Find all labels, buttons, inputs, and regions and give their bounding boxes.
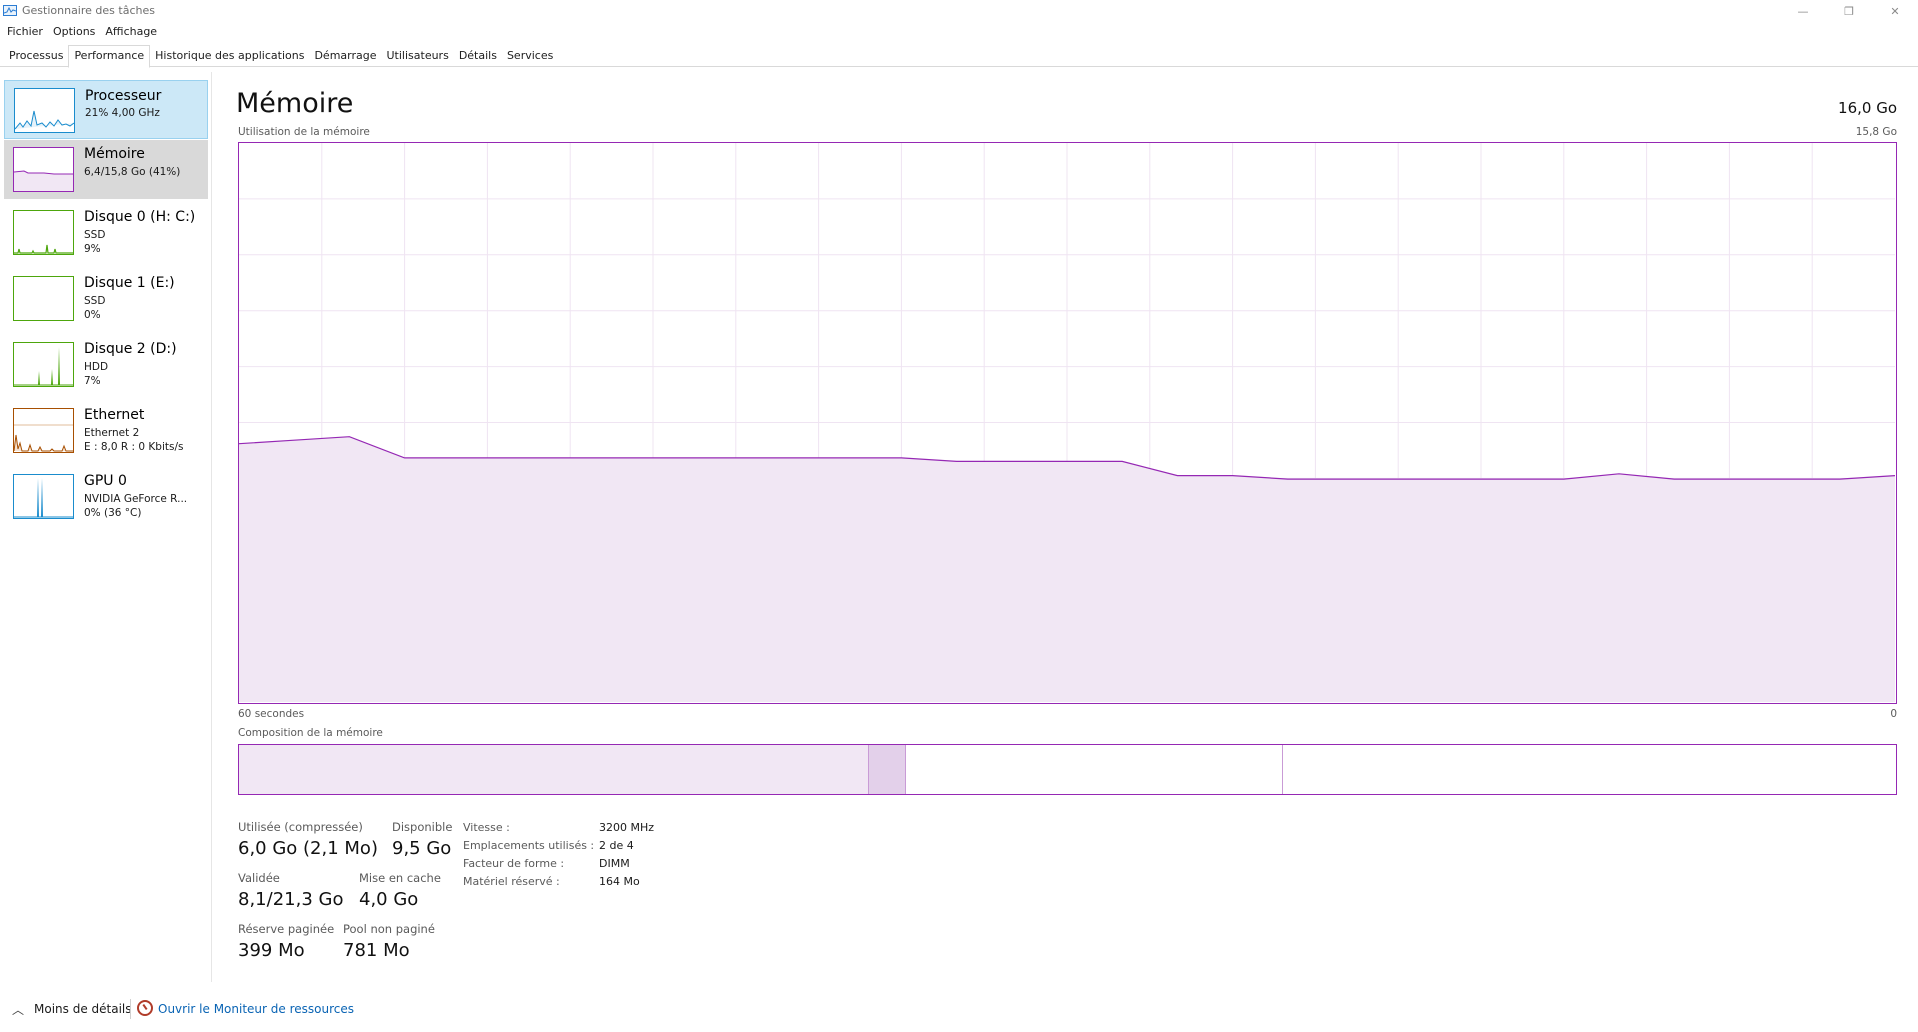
tab-details[interactable]: Détails <box>454 45 502 67</box>
sidebar-item-title: Disque 2 (D:) <box>84 341 177 357</box>
sidebar-item-title: Processeur <box>85 88 162 104</box>
close-button[interactable]: ✕ <box>1872 0 1918 22</box>
chevron-up-icon[interactable]: ︿ <box>12 1001 24 1018</box>
sidebar-item-usage: 0% <box>84 309 101 321</box>
usage-graph-max: 15,8 Go <box>1855 126 1897 138</box>
footer-separator <box>130 999 131 1019</box>
composition-label: Composition de la mémoire <box>238 727 383 739</box>
sidebar-item-detail: 21% 4,00 GHz <box>85 107 160 119</box>
resource-monitor-icon[interactable] <box>137 1000 153 1016</box>
sidebar-item-usage: 0% (36 °C) <box>84 507 142 519</box>
total-memory: 16,0 Go <box>1838 99 1897 117</box>
task-manager-icon <box>3 5 17 16</box>
composition-segment[interactable] <box>1281 745 1895 794</box>
tab-historique[interactable]: Historique des applications <box>150 45 309 67</box>
page-title: Mémoire <box>236 88 354 119</box>
available-label: Disponible <box>392 820 453 834</box>
sidebar-item-title: Disque 0 (H: C:) <box>84 209 196 225</box>
menu-bar: Fichier Options Affichage <box>0 22 1918 42</box>
memory-mini-graph <box>13 147 74 192</box>
sidebar-item-title: Disque 1 (E:) <box>84 275 175 291</box>
sidebar-item-memoire[interactable]: Mémoire 6,4/15,8 Go (41%) <box>4 140 208 199</box>
composition-segment[interactable] <box>239 745 868 794</box>
footer: ︿ Moins de détails Ouvrir le Moniteur de… <box>0 995 1918 1025</box>
sidebar-item-detail: SSD <box>84 295 106 307</box>
committed-label: Validée <box>238 871 280 885</box>
usage-graph-label: Utilisation de la mémoire <box>238 126 370 138</box>
sidebar-item-detail: NVIDIA GeForce R... <box>84 493 188 505</box>
slots-key: Emplacements utilisés : <box>463 839 595 852</box>
speed-value: 3200 MHz <box>599 821 655 834</box>
form-factor-key: Facteur de forme : <box>463 857 565 870</box>
sidebar-item-detail: 6,4/15,8 Go (41%) <box>84 166 181 178</box>
sidebar-item-usage: 9% <box>84 243 101 255</box>
reserved-key: Matériel réservé : <box>463 875 560 888</box>
menu-fichier[interactable]: Fichier <box>2 22 48 42</box>
paged-pool-value: 399 Mo <box>238 940 305 961</box>
used-value: 6,0 Go (2,1 Mo) <box>238 838 378 859</box>
resource-sidebar: Processeur 21% 4,00 GHz Mémoire 6,4/15,8… <box>4 80 209 980</box>
memory-usage-chart <box>238 143 1896 702</box>
paged-pool-label: Réserve paginée <box>238 922 335 936</box>
disk-2-mini-graph <box>13 342 74 387</box>
sidebar-item-disque-1[interactable]: Disque 1 (E:) SSD 0% <box>4 271 208 333</box>
used-label: Utilisée (compressée) <box>238 820 363 834</box>
tab-performance[interactable]: Performance <box>68 45 151 68</box>
tab-demarrage[interactable]: Démarrage <box>309 45 381 67</box>
less-details-button[interactable]: Moins de détails <box>34 1002 132 1016</box>
reserved-value: 164 Mo <box>599 875 640 888</box>
ethernet-mini-graph <box>13 408 74 453</box>
minimize-button[interactable]: — <box>1780 0 1826 22</box>
sidebar-item-disque-0[interactable]: Disque 0 (H: C:) SSD 9% <box>4 205 208 267</box>
menu-options[interactable]: Options <box>48 22 100 42</box>
sidebar-item-detail: Ethernet 2 <box>84 427 140 439</box>
tab-utilisateurs[interactable]: Utilisateurs <box>382 45 454 67</box>
menu-affichage[interactable]: Affichage <box>100 22 162 42</box>
tab-bar: Processus Performance Historique des app… <box>0 45 1918 68</box>
cpu-mini-graph <box>14 88 75 133</box>
composition-segment[interactable] <box>904 745 1282 794</box>
sidebar-item-title: GPU 0 <box>84 473 127 489</box>
sidebar-item-title: Ethernet <box>84 407 145 423</box>
resource-monitor-link[interactable]: Ouvrir le Moniteur de ressources <box>158 1002 354 1016</box>
sidebar-item-gpu[interactable]: GPU 0 NVIDIA GeForce R... 0% (36 °C) <box>4 469 208 531</box>
sidebar-item-usage: 7% <box>84 375 101 387</box>
nonpaged-pool-label: Pool non paginé <box>343 922 435 936</box>
form-factor-value: DIMM <box>599 857 630 870</box>
title-bar: Gestionnaire des tâches — ❐ ✕ <box>0 0 1918 22</box>
sidebar-item-processeur[interactable]: Processeur 21% 4,00 GHz <box>4 80 208 139</box>
slots-value: 2 de 4 <box>599 839 634 852</box>
sidebar-item-throughput: E : 8,0 R : 0 Kbits/s <box>84 441 184 453</box>
cached-label: Mise en cache <box>359 871 441 885</box>
sidebar-item-detail: HDD <box>84 361 109 373</box>
gpu-mini-graph <box>13 474 74 519</box>
cached-value: 4,0 Go <box>359 889 419 910</box>
disk-1-mini-graph <box>13 276 74 321</box>
sidebar-item-disque-2[interactable]: Disque 2 (D:) HDD 7% <box>4 337 208 399</box>
available-value: 9,5 Go <box>392 838 452 859</box>
composition-segment[interactable] <box>867 745 905 794</box>
nonpaged-pool-value: 781 Mo <box>343 940 410 961</box>
memory-usage-graph <box>238 142 1897 704</box>
tab-services[interactable]: Services <box>502 45 558 67</box>
window-title: Gestionnaire des tâches <box>22 4 155 17</box>
sidebar-item-title: Mémoire <box>84 146 145 162</box>
memory-composition-bar <box>238 744 1897 795</box>
sidebar-item-ethernet[interactable]: Ethernet Ethernet 2 E : 8,0 R : 0 Kbits/… <box>4 403 208 465</box>
disk-0-mini-graph <box>13 210 74 255</box>
sidebar-item-detail: SSD <box>84 229 106 241</box>
tab-processus[interactable]: Processus <box>4 45 68 67</box>
restore-button[interactable]: ❐ <box>1826 0 1872 22</box>
committed-value: 8,1/21,3 Go <box>238 889 344 910</box>
x-axis-start-label: 60 secondes <box>238 708 305 720</box>
x-axis-end-label: 0 <box>1890 708 1897 720</box>
speed-key: Vitesse : <box>463 821 510 834</box>
sidebar-divider <box>211 72 212 982</box>
